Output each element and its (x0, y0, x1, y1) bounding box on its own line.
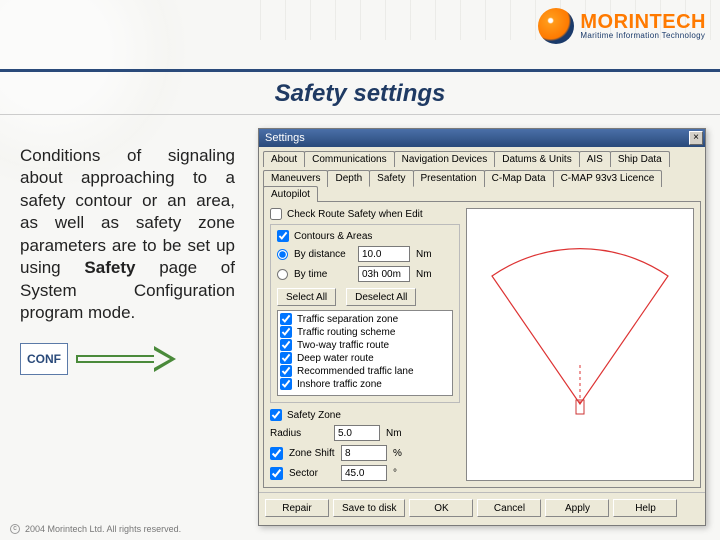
zoneshift-input[interactable] (341, 445, 387, 461)
window-caption: Settings × (259, 129, 705, 147)
dialog-button-bar: Repair Save to disk OK Cancel Apply Help (259, 492, 705, 525)
copyright-icon: c (10, 524, 20, 534)
sector-checkbox[interactable] (270, 467, 283, 480)
zoneshift-checkbox[interactable] (270, 447, 283, 460)
logo-icon (538, 8, 574, 44)
arrow-icon (76, 348, 176, 370)
tab-cmap-licence[interactable]: C-MAP 93v3 Licence (553, 170, 663, 187)
tabs-row-2: Maneuvers Depth Safety Presentation C-Ma… (259, 166, 705, 201)
tab-autopilot[interactable]: Autopilot (263, 186, 318, 202)
tab-about[interactable]: About (263, 151, 305, 167)
conf-button[interactable]: CONF (20, 343, 68, 375)
title-bar: Safety settings (0, 72, 720, 115)
safety-zone-checkbox[interactable]: Safety Zone (270, 409, 460, 421)
close-icon[interactable]: × (689, 131, 703, 145)
distance-input[interactable] (358, 246, 410, 262)
by-distance-radio[interactable] (277, 249, 288, 260)
zone-item[interactable]: Two-way traffic route (280, 339, 450, 351)
page-title: Safety settings (0, 80, 720, 108)
tab-cmap-data[interactable]: C-Map Data (484, 170, 554, 187)
zone-item[interactable]: Inshore traffic zone (280, 378, 450, 390)
safety-panel: Check Route Safety when Edit Contours & … (263, 201, 701, 488)
tab-safety[interactable]: Safety (369, 170, 413, 187)
time-input[interactable] (358, 266, 410, 282)
by-time-radio[interactable] (277, 269, 288, 280)
brand-tagline: Maritime Information Technology (580, 32, 706, 40)
save-to-disk-button[interactable]: Save to disk (333, 499, 405, 517)
sector-input[interactable] (341, 465, 387, 481)
safety-zone-preview (466, 208, 694, 481)
tab-datums-units[interactable]: Datums & Units (494, 151, 579, 167)
sector-icon (475, 229, 685, 449)
tab-communications[interactable]: Communications (304, 151, 394, 167)
tab-navigation-devices[interactable]: Navigation Devices (394, 151, 496, 167)
cancel-button[interactable]: Cancel (477, 499, 541, 517)
zone-item[interactable]: Traffic routing scheme (280, 326, 450, 338)
help-button[interactable]: Help (613, 499, 677, 517)
repair-button[interactable]: Repair (265, 499, 329, 517)
tab-ship-data[interactable]: Ship Data (610, 151, 670, 167)
radius-input[interactable] (334, 425, 380, 441)
zone-item[interactable]: Recommended traffic lane (280, 365, 450, 377)
tabs-row-1: About Communications Navigation Devices … (259, 147, 705, 166)
brand-rest: RINTECH (614, 11, 706, 33)
tab-maneuvers[interactable]: Maneuvers (263, 170, 328, 187)
brand-o: O (598, 11, 614, 33)
zones-listbox[interactable]: Traffic separation zone Traffic routing … (277, 310, 453, 396)
footer: c 2004 Morintech Ltd. All rights reserve… (10, 524, 181, 534)
zone-item[interactable]: Traffic separation zone (280, 313, 450, 325)
ok-button[interactable]: OK (409, 499, 473, 517)
select-all-button[interactable]: Select All (277, 288, 336, 306)
description: Conditions of signaling about approachin… (20, 145, 235, 325)
tab-depth[interactable]: Depth (327, 170, 370, 187)
contours-areas-group: Contours & Areas By distance Nm By time … (270, 224, 460, 403)
header: MORINTECH Maritime Information Technolog… (0, 0, 720, 72)
tab-presentation[interactable]: Presentation (413, 170, 485, 187)
settings-window: Settings × About Communications Navigati… (258, 128, 706, 526)
contours-areas-checkbox[interactable]: Contours & Areas (277, 230, 453, 242)
apply-button[interactable]: Apply (545, 499, 609, 517)
tab-ais[interactable]: AIS (579, 151, 611, 167)
brand-logo: MORINTECH Maritime Information Technolog… (538, 8, 706, 44)
brand-m: M (580, 11, 597, 33)
deselect-all-button[interactable]: Deselect All (346, 288, 416, 306)
zone-item[interactable]: Deep water route (280, 352, 450, 364)
check-route-safety[interactable]: Check Route Safety when Edit (270, 208, 460, 220)
